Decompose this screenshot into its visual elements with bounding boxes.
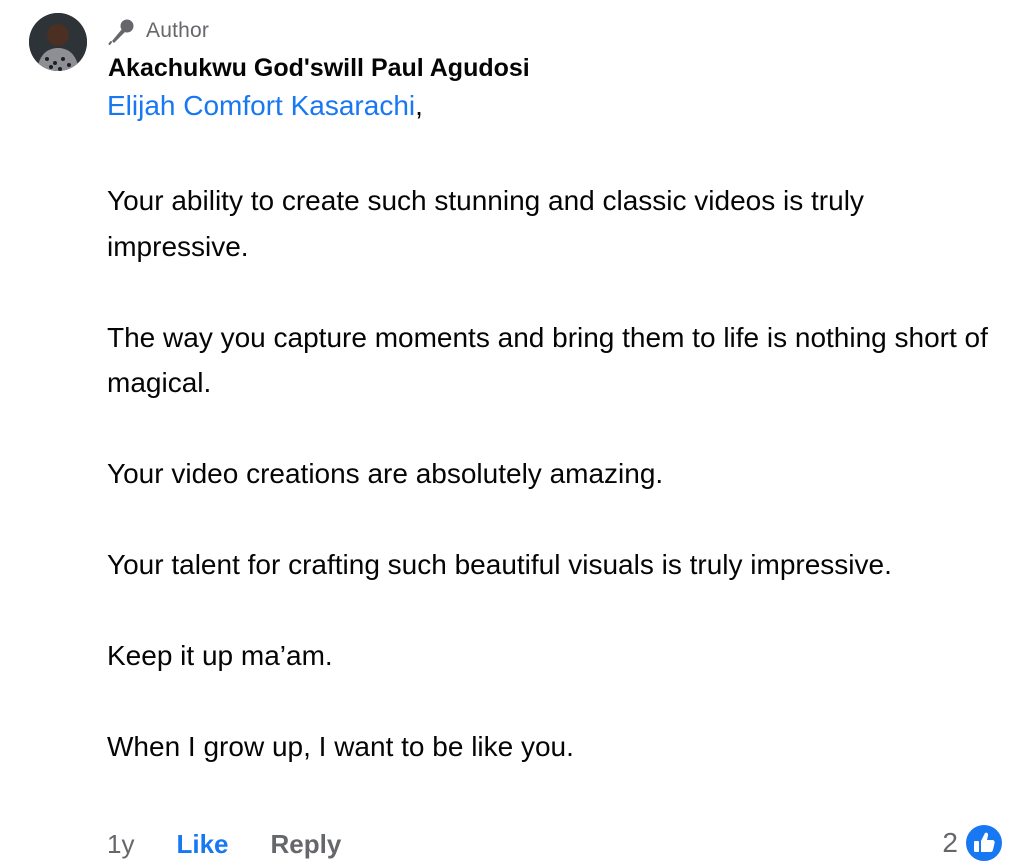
reply-button[interactable]: Reply: [271, 829, 342, 860]
author-badge-label: Author: [146, 19, 210, 42]
microphone-icon: [108, 17, 136, 45]
timestamp[interactable]: 1y: [107, 829, 134, 860]
mention-link[interactable]: Elijah Comfort Kasarachi: [107, 90, 415, 121]
comment-paragraph: Your talent for crafting such beautiful …: [107, 549, 892, 580]
comment-paragraph: When I grow up, I want to be like you.: [107, 731, 574, 762]
like-button[interactable]: Like: [176, 829, 228, 860]
comment-paragraph: Your video creations are absolutely amaz…: [107, 458, 664, 489]
comment-paragraph: Keep it up ma’am.: [107, 640, 333, 671]
mention-line: Elijah Comfort Kasarachi,: [107, 90, 423, 122]
reaction-summary[interactable]: 2: [942, 823, 1004, 863]
comment: Author Akachukwu God'swill Paul Agudosi …: [0, 0, 1024, 865]
mention-suffix: ,: [415, 90, 423, 121]
comment-paragraph: The way you capture moments and bring th…: [107, 321, 988, 399]
author-badge: Author: [108, 16, 209, 46]
avatar[interactable]: [29, 13, 87, 71]
comment-body: Your ability to create such stunning and…: [107, 178, 997, 815]
author-name[interactable]: Akachukwu God'swill Paul Agudosi: [108, 54, 530, 83]
thumbs-up-icon: [964, 823, 1004, 863]
comment-paragraph: Your ability to create such stunning and…: [107, 185, 864, 262]
reaction-count: 2: [942, 827, 958, 858]
comment-actions: 1y Like Reply: [107, 826, 1004, 862]
